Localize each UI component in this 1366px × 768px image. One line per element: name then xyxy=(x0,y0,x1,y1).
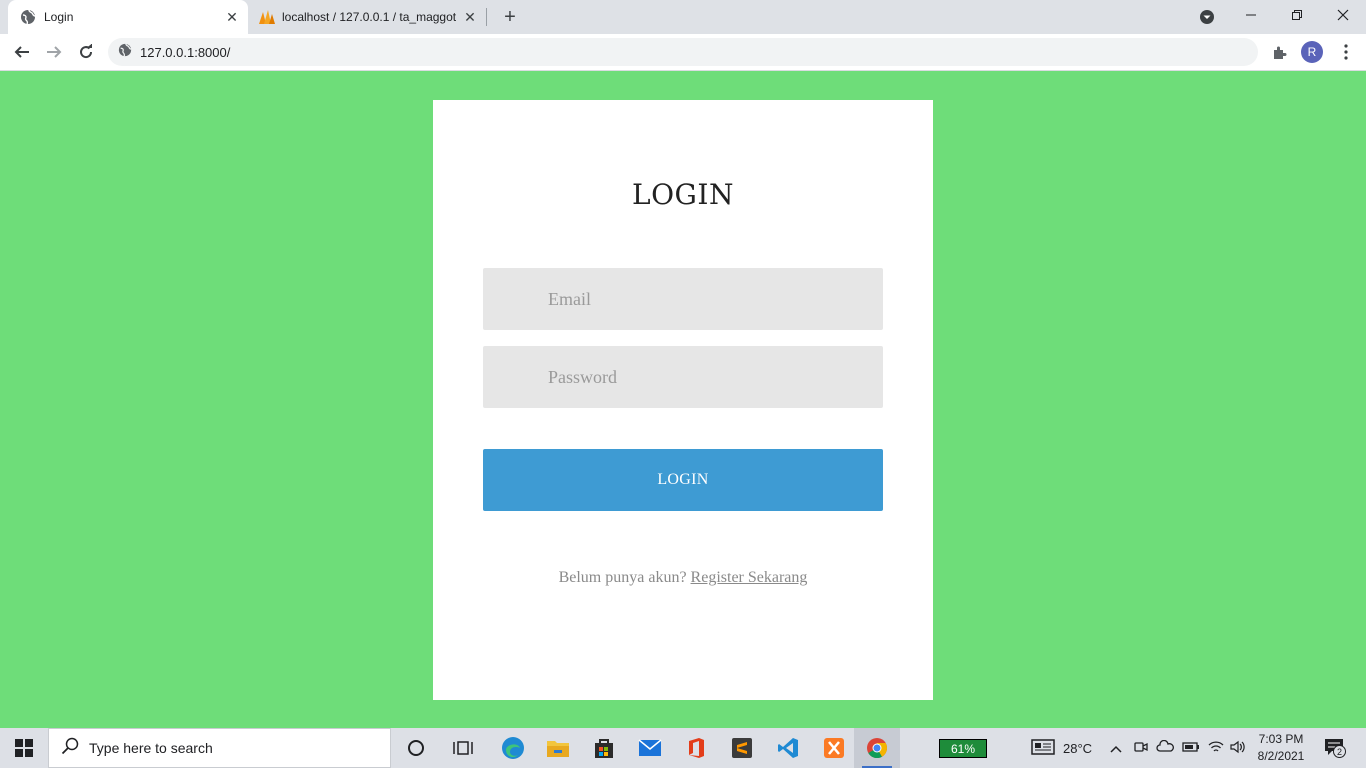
tab-search-icon[interactable] xyxy=(1198,8,1216,26)
weather-temp: 28°C xyxy=(1063,740,1093,756)
login-card: LOGIN LOGIN Belum punya akun? Register S… xyxy=(433,100,933,700)
sublime-text-icon[interactable] xyxy=(719,728,765,768)
close-tab-icon[interactable]: ✕ xyxy=(222,7,242,27)
tab-phpmyadmin[interactable]: localhost / 127.0.0.1 / ta_maggot ✕ xyxy=(250,0,486,34)
meet-now-icon[interactable] xyxy=(1134,740,1148,757)
store-icon[interactable] xyxy=(581,728,627,768)
forward-icon[interactable] xyxy=(42,40,66,64)
search-icon xyxy=(61,737,79,760)
battery-icon[interactable] xyxy=(1182,741,1200,756)
extensions-icon[interactable] xyxy=(1268,40,1292,64)
vscode-icon[interactable] xyxy=(765,728,811,768)
office-icon[interactable] xyxy=(673,728,719,768)
site-info-icon[interactable] xyxy=(118,43,132,62)
tab-title: Login xyxy=(44,10,74,24)
taskbar-search[interactable]: Type here to search xyxy=(48,728,391,768)
restore-icon[interactable] xyxy=(1274,0,1320,30)
file-explorer-icon[interactable] xyxy=(535,728,581,768)
chevron-up-icon[interactable] xyxy=(1110,741,1124,756)
email-field[interactable] xyxy=(483,268,883,330)
search-placeholder: Type here to search xyxy=(89,740,213,756)
notification-count: 2 xyxy=(1333,745,1346,758)
start-button[interactable] xyxy=(0,728,48,768)
page-title: LOGIN xyxy=(632,178,734,211)
onedrive-icon[interactable] xyxy=(1156,739,1174,757)
url-text: 127.0.0.1:8000/ xyxy=(140,44,231,60)
mail-icon[interactable] xyxy=(627,728,673,768)
phpmyadmin-icon xyxy=(258,9,275,25)
system-tray xyxy=(1110,728,1246,768)
address-bar[interactable]: 127.0.0.1:8000/ xyxy=(108,38,1258,66)
weather-widget[interactable]: 28°C xyxy=(1031,728,1092,768)
task-view-icon[interactable] xyxy=(440,728,486,768)
browser-toolbar: 127.0.0.1:8000/ R xyxy=(0,34,1366,71)
chrome-icon[interactable] xyxy=(854,728,900,768)
tab-login[interactable]: Login ✕ xyxy=(8,0,248,34)
profile-avatar[interactable]: R xyxy=(1301,41,1323,63)
new-tab-button[interactable]: + xyxy=(498,5,522,29)
news-icon xyxy=(1031,738,1055,758)
xampp-icon[interactable] xyxy=(811,728,857,768)
volume-icon[interactable] xyxy=(1230,740,1246,757)
register-prompt-text: Belum punya akun? xyxy=(558,569,687,586)
menu-icon[interactable] xyxy=(1334,40,1358,64)
close-window-icon[interactable] xyxy=(1320,0,1366,30)
notification-icon: 2 xyxy=(1324,738,1346,758)
clock-date: 8/2/2021 xyxy=(1257,749,1305,763)
password-field[interactable] xyxy=(483,346,883,408)
reload-icon[interactable] xyxy=(74,40,98,64)
edge-icon[interactable] xyxy=(490,728,536,768)
back-icon[interactable] xyxy=(10,40,34,64)
cortana-icon[interactable] xyxy=(393,728,439,768)
login-button[interactable]: LOGIN xyxy=(483,449,883,511)
globe-icon xyxy=(20,9,36,25)
clock-time: 7:03 PM xyxy=(1258,732,1304,746)
minimize-icon[interactable] xyxy=(1228,0,1274,30)
register-prompt: Belum punya akun? Register Sekarang xyxy=(433,569,933,587)
tab-separator xyxy=(486,8,487,26)
tab-strip: Login ✕ localhost / 127.0.0.1 / ta_maggo… xyxy=(0,0,1366,34)
register-link[interactable]: Register Sekarang xyxy=(691,569,808,586)
notification-center[interactable]: 2 xyxy=(1324,728,1346,768)
close-tab-icon[interactable]: ✕ xyxy=(460,7,480,27)
battery-percentage: 61% xyxy=(939,739,987,758)
taskbar-clock[interactable]: 7:03 PM 8/2/2021 xyxy=(1246,731,1316,765)
wifi-icon[interactable] xyxy=(1208,740,1224,757)
tab-title: localhost / 127.0.0.1 / ta_maggot xyxy=(282,10,457,24)
